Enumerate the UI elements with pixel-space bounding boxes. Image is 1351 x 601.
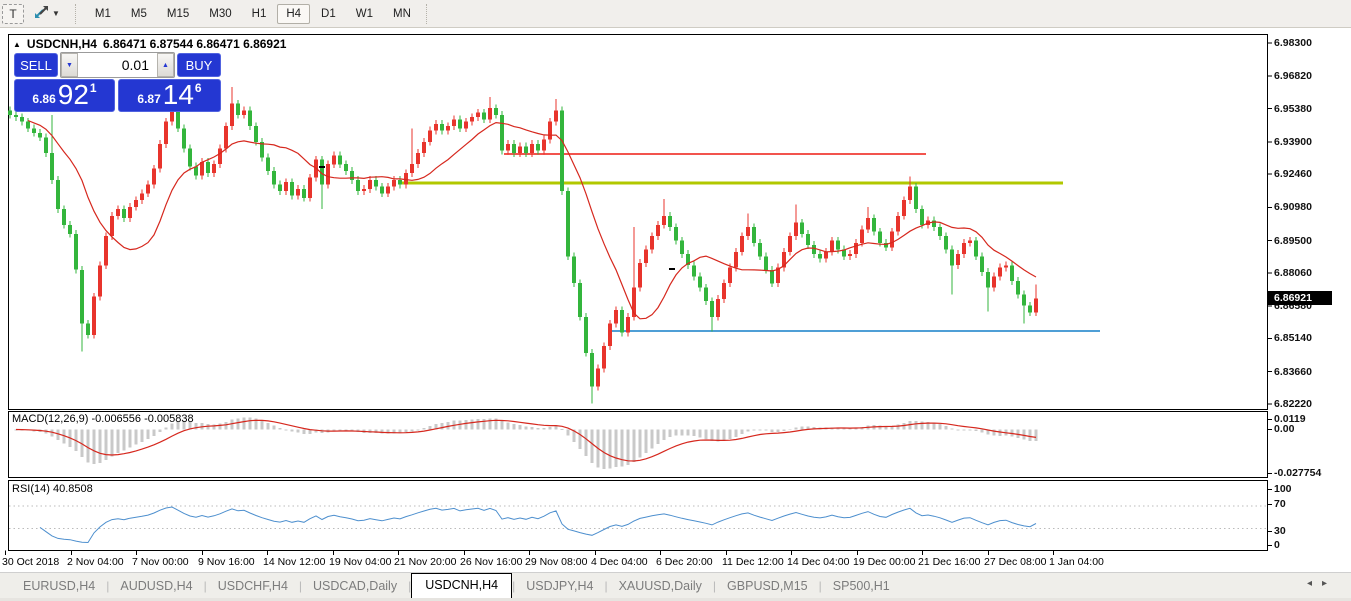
tab-usdchf-h4[interactable]: USDCHF,H4: [207, 575, 299, 598]
tab-sp500-h1[interactable]: SP500,H1: [822, 575, 901, 598]
sell-price-point: 1: [90, 81, 97, 95]
sell-button[interactable]: SELL: [14, 53, 58, 77]
current-price-badge: 6.86921: [1268, 291, 1332, 305]
buy-price-point: 6: [195, 81, 202, 95]
oscillator-axis-label: 30: [1274, 525, 1286, 537]
tab-audusd-h4[interactable]: AUDUSD,H4: [109, 575, 203, 598]
tab-scroll-left-icon[interactable]: ◂: [1307, 578, 1322, 589]
time-axis-label: 14 Dec 04:00: [787, 556, 849, 568]
time-axis-label: 6 Dec 20:00: [656, 556, 713, 568]
price-axis-label: 6.85140: [1274, 332, 1312, 344]
time-axis-label: 29 Nov 08:00: [525, 556, 587, 568]
time-axis-label: 11 Dec 12:00: [722, 556, 784, 568]
price-axis-label: 6.96820: [1274, 70, 1312, 82]
one-click-trade-panel: SELL ▼ 0.01 ▲ BUY 6.86 92 1 6.87 14 6: [14, 52, 221, 112]
price-axis-label: 6.90980: [1274, 201, 1312, 213]
sell-price-main: 6.86: [32, 92, 55, 106]
chart-symbol: USDCNH,H4: [27, 37, 97, 51]
time-axis-label: 2 Nov 04:00: [67, 556, 124, 568]
buy-price-pips: 14: [163, 81, 194, 109]
oscillator-axis-label: 70: [1274, 498, 1286, 510]
buy-button[interactable]: BUY: [177, 53, 221, 77]
oscillator-axis-label: 0.00: [1274, 423, 1294, 435]
collapse-triangle-icon[interactable]: ▲: [13, 40, 21, 49]
time-axis-label: 19 Dec 00:00: [853, 556, 915, 568]
time-axis-label: 14 Nov 12:00: [263, 556, 325, 568]
price-axis-label: 6.82220: [1274, 398, 1312, 410]
buy-price-main: 6.87: [137, 92, 160, 106]
oscillator-axis-label: -0.027754: [1274, 467, 1321, 479]
time-axis-label: 21 Nov 20:00: [394, 556, 456, 568]
price-axis-label: 6.83660: [1274, 366, 1312, 378]
macd-indicator-label: MACD(12,26,9) -0.006556 -0.005838: [12, 413, 194, 425]
oscillator-axis-label: 0: [1274, 539, 1280, 551]
application-window: T ▼ M1M5M15M30H1H4D1W1MN ▲ USDCNH,H4 6.8…: [0, 0, 1351, 601]
time-axis-label: 1 Jan 04:00: [1049, 556, 1104, 568]
price-axis-label: 6.95380: [1274, 103, 1312, 115]
volume-decrease-button[interactable]: ▼: [61, 53, 78, 77]
price-axis-label: 6.93900: [1274, 136, 1312, 148]
time-axis-label: 7 Nov 00:00: [132, 556, 189, 568]
price-axis-label: 6.98300: [1274, 37, 1312, 49]
sell-price-display[interactable]: 6.86 92 1: [14, 79, 115, 112]
price-axis-label: 6.92460: [1274, 168, 1312, 180]
time-axis-label: 21 Dec 16:00: [918, 556, 980, 568]
rsi-indicator-label: RSI(14) 40.8508: [12, 483, 93, 495]
tab-usdcad-daily[interactable]: USDCAD,Daily: [302, 575, 408, 598]
time-axis-label: 30 Oct 2018: [2, 556, 59, 568]
sell-price-pips: 92: [58, 81, 89, 109]
tab-scroll-arrows: ◂▸: [1307, 578, 1337, 589]
time-axis-label: 26 Nov 16:00: [460, 556, 522, 568]
chart-title: ▲ USDCNH,H4 6.86471 6.87544 6.86471 6.86…: [13, 37, 286, 51]
price-axis-label: 6.89500: [1274, 235, 1312, 247]
time-axis-label: 9 Nov 16:00: [198, 556, 255, 568]
chart-ohlc-values: 6.86471 6.87544 6.86471 6.86921: [103, 37, 287, 51]
volume-widget: ▼ 0.01 ▲: [60, 52, 175, 78]
time-axis-label: 4 Dec 04:00: [591, 556, 648, 568]
time-axis-label: 19 Nov 04:00: [329, 556, 391, 568]
tab-usdjpy-h4[interactable]: USDJPY,H4: [515, 575, 604, 598]
oscillator-axis-label: 100: [1274, 483, 1292, 495]
volume-input[interactable]: 0.01: [78, 53, 157, 77]
tab-eurusd-h4[interactable]: EURUSD,H4: [12, 575, 106, 598]
tab-scroll-right-icon[interactable]: ▸: [1322, 578, 1337, 589]
time-axis-label: 27 Dec 08:00: [984, 556, 1046, 568]
volume-increase-button[interactable]: ▲: [157, 53, 174, 77]
tab-gbpusd-m15[interactable]: GBPUSD,M15: [716, 575, 819, 598]
price-axis-label: 6.88060: [1274, 267, 1312, 279]
tab-usdcnh-h4[interactable]: USDCNH,H4: [411, 573, 512, 598]
tab-xauusd-daily[interactable]: XAUUSD,Daily: [608, 575, 713, 598]
buy-price-display[interactable]: 6.87 14 6: [118, 79, 221, 112]
instrument-tab-bar: EURUSD,H4|AUDUSD,H4|USDCHF,H4|USDCAD,Dai…: [0, 572, 1351, 598]
